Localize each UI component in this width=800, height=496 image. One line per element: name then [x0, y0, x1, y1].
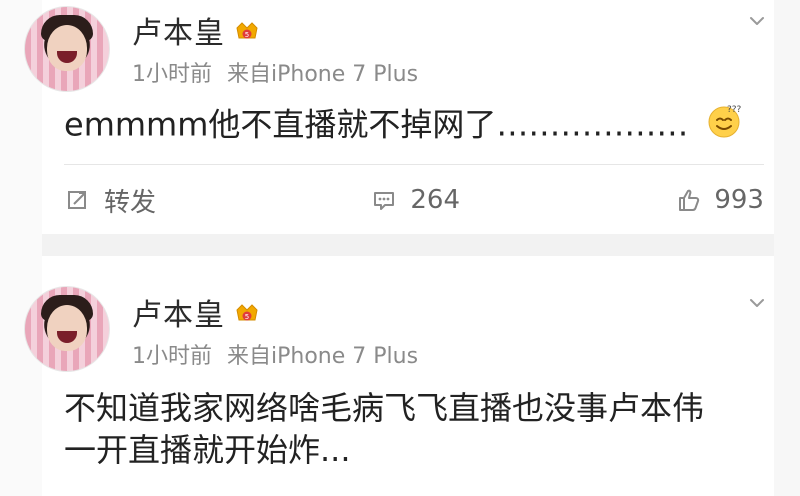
comment-button[interactable]: 264: [370, 185, 460, 215]
vip-crown-badge-icon: 5: [233, 16, 261, 44]
post-content: 不知道我家网络啥毛病飞飞直播也没事卢本伟 一开直播就开始炸...: [64, 388, 764, 471]
like-count: 993: [714, 185, 764, 215]
avatar-face: [47, 305, 87, 351]
chevron-down-icon[interactable]: [748, 12, 766, 30]
post-action-divider: [64, 164, 764, 165]
author-name-row: 卢本皇 5: [132, 8, 261, 52]
post-meta: 1小时前 来自iPhone 7 Plus: [132, 338, 418, 370]
svg-text:5: 5: [245, 31, 249, 39]
post-separator: [42, 234, 774, 256]
like-button[interactable]: 993: [674, 185, 764, 215]
post-meta: 1小时前 来自iPhone 7 Plus: [132, 56, 418, 88]
comment-icon: [370, 186, 398, 214]
repost-button[interactable]: 转发: [64, 182, 156, 219]
author-avatar[interactable]: [24, 286, 110, 372]
svg-text:???: ???: [727, 105, 742, 115]
repost-label: 转发: [104, 187, 157, 218]
post-content: emmmm他不直播就不掉网了……………… ???: [64, 102, 764, 151]
like-icon: [674, 186, 702, 214]
sweat-smile-emoji-icon: ???: [705, 102, 743, 151]
author-name[interactable]: 卢本皇: [132, 8, 225, 52]
post-actions: 转发 264 993: [64, 176, 764, 224]
post-text: emmmm他不直播就不掉网了………………: [64, 105, 689, 144]
chevron-down-icon[interactable]: [748, 294, 766, 312]
post-text-line-1: 不知道我家网络啥毛病飞飞直播也没事卢本伟: [64, 389, 705, 427]
author-avatar[interactable]: [24, 6, 110, 92]
comment-count: 264: [410, 185, 460, 215]
author-name-row: 卢本皇 5: [132, 290, 261, 334]
svg-text:5: 5: [245, 313, 249, 321]
post-source: 来自iPhone 7 Plus: [227, 344, 419, 369]
avatar-face: [47, 25, 87, 71]
repost-icon: [64, 186, 92, 214]
vip-crown-badge-icon: 5: [233, 298, 261, 326]
post-text-line-2: 一开直播就开始炸...: [64, 430, 351, 469]
page-right-gutter: [774, 0, 800, 496]
post-source: 来自iPhone 7 Plus: [227, 62, 419, 87]
post-time: 1小时前: [132, 62, 212, 87]
post-time: 1小时前: [132, 344, 212, 369]
author-name[interactable]: 卢本皇: [132, 290, 225, 334]
